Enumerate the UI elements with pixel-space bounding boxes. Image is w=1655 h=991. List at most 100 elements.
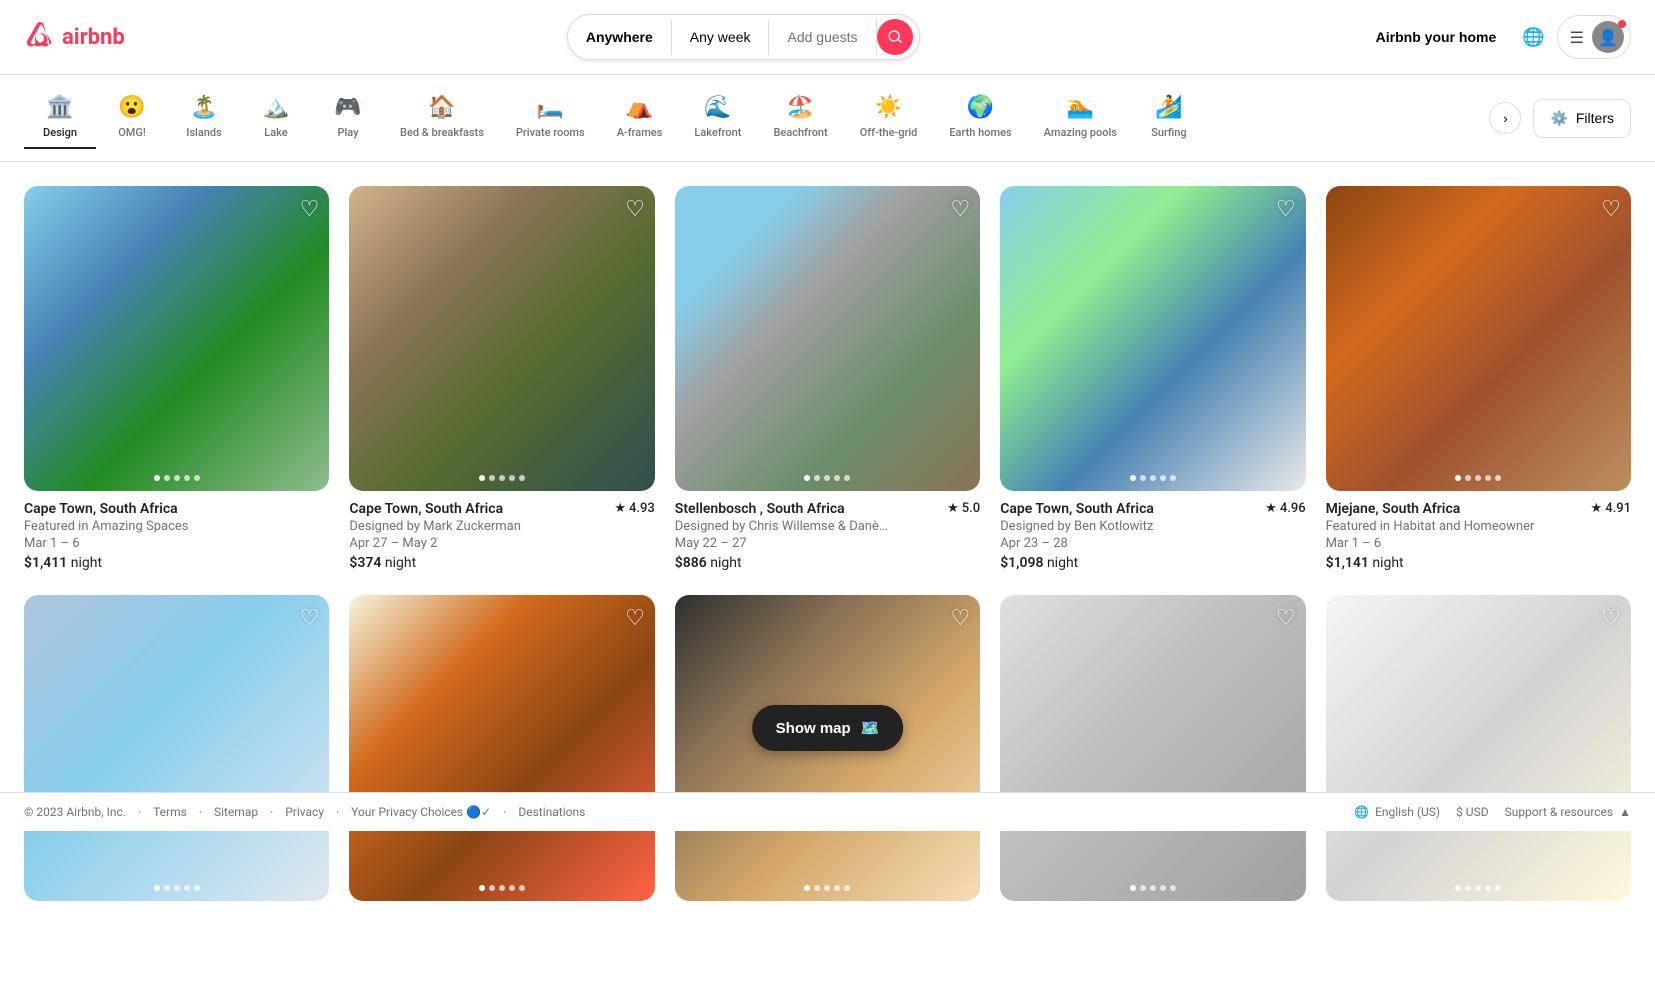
footer-sitemap[interactable]: Sitemap bbox=[214, 805, 258, 819]
category-item-lake[interactable]: 🏔️ Lake bbox=[240, 87, 312, 149]
listing-card[interactable]: ♡ bbox=[349, 595, 654, 910]
footer-language[interactable]: 🌐 English (US) bbox=[1354, 805, 1440, 819]
footer-support[interactable]: Support & resources ▲ bbox=[1505, 805, 1631, 819]
listing-card[interactable]: ♡ Cape Town, South Africa Featured in Am… bbox=[24, 186, 329, 571]
heart-button[interactable]: ♡ bbox=[300, 196, 320, 222]
category-item-omg[interactable]: 😮 OMG! bbox=[96, 87, 168, 149]
category-item-off-grid[interactable]: ☀️ Off-the-grid bbox=[844, 87, 934, 149]
listing-dates: Apr 27 – May 2 bbox=[349, 536, 654, 551]
category-label-amazing-pools: Amazing pools bbox=[1044, 126, 1117, 139]
category-item-earth-homes[interactable]: 🌍 Earth homes bbox=[933, 87, 1027, 149]
category-icon-beachfront: 🏖️ bbox=[787, 95, 814, 120]
search-anywhere[interactable]: Anywhere bbox=[568, 19, 672, 55]
listing-dot bbox=[479, 885, 485, 891]
listing-image-wrap: ♡ bbox=[1000, 186, 1305, 491]
listing-dot bbox=[1150, 885, 1156, 891]
listing-dot bbox=[1465, 475, 1471, 481]
category-icon-amazing-pools: 🏊 bbox=[1067, 95, 1094, 120]
listing-dot bbox=[154, 885, 160, 891]
listing-subtitle: Designed by Chris Willemse & Danè… bbox=[675, 519, 980, 534]
category-label-play: Play bbox=[337, 126, 358, 139]
listing-card[interactable]: ♡ bbox=[24, 595, 329, 910]
globe-icon[interactable]: 🌐 bbox=[1522, 27, 1544, 48]
search-add-guests[interactable]: Add guests bbox=[769, 19, 876, 55]
heart-button[interactable]: ♡ bbox=[1276, 196, 1296, 222]
listing-image-wrap: ♡ bbox=[24, 186, 329, 491]
heart-button[interactable]: ♡ bbox=[1601, 605, 1621, 631]
listing-dots bbox=[804, 475, 850, 481]
listing-dot bbox=[174, 475, 180, 481]
listing-dots bbox=[1455, 885, 1501, 891]
category-label-a-frames: A-frames bbox=[617, 126, 663, 139]
footer: © 2023 Airbnb, Inc. · Terms · Sitemap · … bbox=[0, 792, 1655, 831]
heart-button[interactable]: ♡ bbox=[300, 605, 320, 631]
heart-button[interactable]: ♡ bbox=[1276, 605, 1296, 631]
category-item-lakefront[interactable]: 🌊 Lakefront bbox=[678, 87, 757, 149]
footer-currency[interactable]: $ USD bbox=[1456, 805, 1489, 819]
heart-button[interactable]: ♡ bbox=[950, 196, 970, 222]
language-icon: 🌐 bbox=[1354, 805, 1369, 819]
category-item-islands[interactable]: 🏝️ Islands bbox=[168, 87, 240, 149]
listing-dot bbox=[1170, 475, 1176, 481]
listing-dot bbox=[1465, 885, 1471, 891]
listing-image bbox=[349, 186, 654, 491]
listing-dot bbox=[499, 885, 505, 891]
listing-image bbox=[675, 186, 980, 491]
listing-dot bbox=[844, 885, 850, 891]
listing-dot bbox=[154, 475, 160, 481]
listing-image bbox=[1326, 595, 1631, 900]
category-icon-off-grid: ☀️ bbox=[875, 95, 902, 120]
listing-dot bbox=[479, 475, 485, 481]
user-menu[interactable]: ☰ 👤 bbox=[1557, 15, 1631, 59]
listing-card[interactable]: ♡ Stellenbosch , South Africa ★5.0 Desig… bbox=[675, 186, 980, 571]
map-icon: 🗺️ bbox=[861, 719, 880, 737]
category-item-a-frames[interactable]: ⛺ A-frames bbox=[601, 87, 679, 149]
listing-dot bbox=[1485, 885, 1491, 891]
listing-image bbox=[24, 595, 329, 900]
category-next-button[interactable]: › bbox=[1489, 102, 1521, 134]
airbnb-home-button[interactable]: Airbnb your home bbox=[1362, 19, 1511, 55]
listing-dot bbox=[174, 885, 180, 891]
category-item-bed-breakfasts[interactable]: 🏠 Bed & breakfasts bbox=[384, 87, 500, 149]
listings-grid: ♡ Cape Town, South Africa Featured in Am… bbox=[0, 162, 1655, 991]
listing-dot bbox=[824, 885, 830, 891]
footer-privacy-choices[interactable]: Your Privacy Choices 🔵✓ bbox=[351, 805, 491, 819]
listing-card[interactable]: ♡ Mjejane, South Africa ★4.91 Featured i… bbox=[1326, 186, 1631, 571]
footer-right: 🌐 English (US) $ USD Support & resources… bbox=[1354, 805, 1631, 819]
category-icon-a-frames: ⛺ bbox=[626, 95, 653, 120]
search-button[interactable] bbox=[877, 19, 913, 55]
listing-card[interactable]: ♡ bbox=[1326, 595, 1631, 910]
filters-button[interactable]: ⚙️ Filters bbox=[1533, 99, 1631, 138]
heart-button[interactable]: ♡ bbox=[950, 605, 970, 631]
category-icon-lake: 🏔️ bbox=[262, 95, 289, 120]
category-item-play[interactable]: 🎮 Play bbox=[312, 87, 384, 149]
heart-button[interactable]: ♡ bbox=[1601, 196, 1621, 222]
category-item-private-rooms[interactable]: 🛏️ Private rooms bbox=[500, 87, 601, 149]
category-item-design[interactable]: 🏛️ Design bbox=[24, 87, 96, 149]
footer-privacy[interactable]: Privacy bbox=[285, 805, 324, 819]
show-map-button[interactable]: Show map 🗺️ bbox=[752, 705, 904, 751]
footer-destinations[interactable]: Destinations bbox=[518, 805, 585, 819]
listing-card[interactable]: ♡ bbox=[675, 595, 980, 910]
search-bar[interactable]: Anywhere Any week Add guests bbox=[567, 14, 920, 60]
listing-price: $374 night bbox=[349, 555, 654, 571]
footer-terms[interactable]: Terms bbox=[153, 805, 187, 819]
listing-dot bbox=[1140, 885, 1146, 891]
category-item-surfing[interactable]: 🏄 Surfing bbox=[1133, 87, 1205, 149]
listing-dot bbox=[824, 475, 830, 481]
listing-card[interactable]: ♡ Cape Town, South Africa ★4.93 Designed… bbox=[349, 186, 654, 571]
category-item-beachfront[interactable]: 🏖️ Beachfront bbox=[757, 87, 843, 149]
heart-button[interactable]: ♡ bbox=[625, 605, 645, 631]
category-item-amazing-pools[interactable]: 🏊 Amazing pools bbox=[1028, 87, 1133, 149]
listing-dot bbox=[164, 885, 170, 891]
heart-button[interactable]: ♡ bbox=[625, 196, 645, 222]
listing-dot bbox=[1485, 475, 1491, 481]
footer-left: © 2023 Airbnb, Inc. · Terms · Sitemap · … bbox=[24, 805, 585, 819]
search-any-week[interactable]: Any week bbox=[672, 19, 770, 55]
listing-card[interactable]: ♡ bbox=[1000, 595, 1305, 910]
listing-card[interactable]: ♡ Cape Town, South Africa ★4.96 Designed… bbox=[1000, 186, 1305, 571]
hamburger-icon: ☰ bbox=[1570, 28, 1584, 47]
listing-subtitle: Featured in Habitat and Homeowner bbox=[1326, 519, 1631, 534]
airbnb-logo[interactable]: airbnb bbox=[24, 21, 125, 53]
listing-image-wrap: ♡ bbox=[675, 186, 980, 491]
